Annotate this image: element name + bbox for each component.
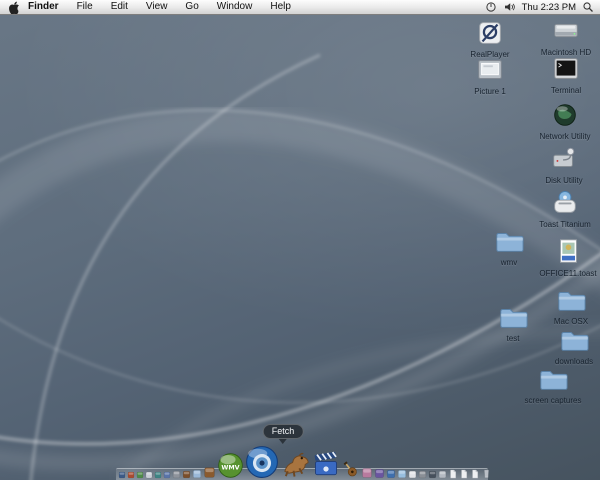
dock-app-5[interactable] <box>154 471 162 479</box>
dock-app-16[interactable] <box>418 470 427 479</box>
dock-doc-3[interactable] <box>470 469 480 479</box>
picture-icon <box>454 55 526 85</box>
apple-menu-icon[interactable] <box>4 1 22 14</box>
dock-fetch[interactable] <box>280 448 311 479</box>
menu-bar: Finder File Edit View Go Window Help Thu 2:23 … <box>0 0 600 15</box>
menu-item-window[interactable]: Window <box>208 0 262 14</box>
volume-icon[interactable] <box>503 1 516 13</box>
menu-item-edit[interactable]: Edit <box>102 0 137 14</box>
dock-doc-1[interactable] <box>448 469 458 479</box>
dock-app-7[interactable] <box>172 470 181 479</box>
display-icon[interactable] <box>485 1 497 13</box>
dock-video-player[interactable] <box>245 445 279 479</box>
menu-bar-status-area: Thu 2:23 PM <box>485 1 600 13</box>
desktop-icon-label: Terminal <box>550 86 582 95</box>
desktop-icon-label: Network Utility <box>539 132 591 141</box>
search-icon[interactable] <box>582 1 594 13</box>
dock-app-4[interactable] <box>145 471 153 479</box>
desktop-icon-network-utility[interactable]: Network Utility <box>529 100 600 141</box>
desktop-icon-downloads[interactable]: downloads <box>538 325 600 366</box>
svg-text:WMV: WMV <box>221 464 239 471</box>
dock-app-13[interactable] <box>386 469 396 479</box>
dock-app-14[interactable] <box>397 469 407 479</box>
dock-app-8[interactable] <box>182 470 191 479</box>
desktop-icon-office11-toast[interactable]: OFFICE11.toast <box>532 237 600 278</box>
menu-item-finder[interactable]: Finder <box>22 0 68 14</box>
folder-icon <box>517 364 589 394</box>
folder-icon <box>538 325 600 355</box>
desktop-icon-label: screen captures <box>524 396 582 405</box>
desktop-icon-screen-captures[interactable]: screen captures <box>517 364 589 405</box>
dock-app-17[interactable] <box>428 470 437 479</box>
dock-trash[interactable] <box>481 468 492 479</box>
desktop-icon-label: OFFICE11.toast <box>539 269 597 278</box>
toastdoc-icon <box>532 237 600 267</box>
dock-app-12[interactable] <box>374 468 385 479</box>
diskutility-icon <box>528 144 600 174</box>
desktop-icon-label: Picture 1 <box>474 87 506 96</box>
desktop-icon-macintosh-hd[interactable]: Macintosh HD <box>530 16 600 57</box>
dock-app-1[interactable] <box>118 471 126 479</box>
menu-bar-clock[interactable]: Thu 2:23 PM <box>522 2 576 13</box>
dock-tooltip-label: Fetch <box>262 424 304 439</box>
dock-garageband[interactable] <box>341 460 360 479</box>
desktop-icon-realplayer[interactable]: RealPlayer <box>454 18 526 59</box>
harddisk-icon <box>530 16 600 46</box>
realplayer-icon <box>454 18 526 48</box>
desktop-icon-label: Disk Utility <box>545 176 583 185</box>
menu-items: Finder File Edit View Go Window Help <box>22 0 300 14</box>
dock: WMV <box>118 445 492 479</box>
menu-item-view[interactable]: View <box>137 0 177 14</box>
desktop-icon-picture-1[interactable]: Picture 1 <box>454 55 526 96</box>
dock-tooltip: Fetch <box>262 424 304 444</box>
dock-app-11[interactable] <box>361 467 373 479</box>
menu-item-go[interactable]: Go <box>176 0 207 14</box>
desktop-icon-toast-titanium[interactable]: Toast Titanium <box>529 188 600 229</box>
globe-icon <box>529 100 600 130</box>
dock-tooltip-pointer <box>278 439 287 444</box>
dock-app-6[interactable] <box>163 471 171 479</box>
dock-app-9[interactable] <box>192 469 202 479</box>
dock-app-15[interactable] <box>408 470 417 479</box>
dock-imovie[interactable] <box>312 451 340 479</box>
dock-wmv-player[interactable]: WMV <box>217 452 244 479</box>
terminal-icon <box>530 54 600 84</box>
menu-item-file[interactable]: File <box>68 0 102 14</box>
dock-app-3[interactable] <box>136 471 144 479</box>
desktop-icon-terminal[interactable]: Terminal <box>530 54 600 95</box>
dock-app-18[interactable] <box>438 470 447 479</box>
toaster-icon <box>529 188 600 218</box>
dock-doc-2[interactable] <box>459 469 469 479</box>
desktop-icon-disk-utility[interactable]: Disk Utility <box>528 144 600 185</box>
dock-app-2[interactable] <box>127 471 135 479</box>
dock-app-10[interactable] <box>203 466 216 479</box>
menu-item-help[interactable]: Help <box>261 0 300 14</box>
